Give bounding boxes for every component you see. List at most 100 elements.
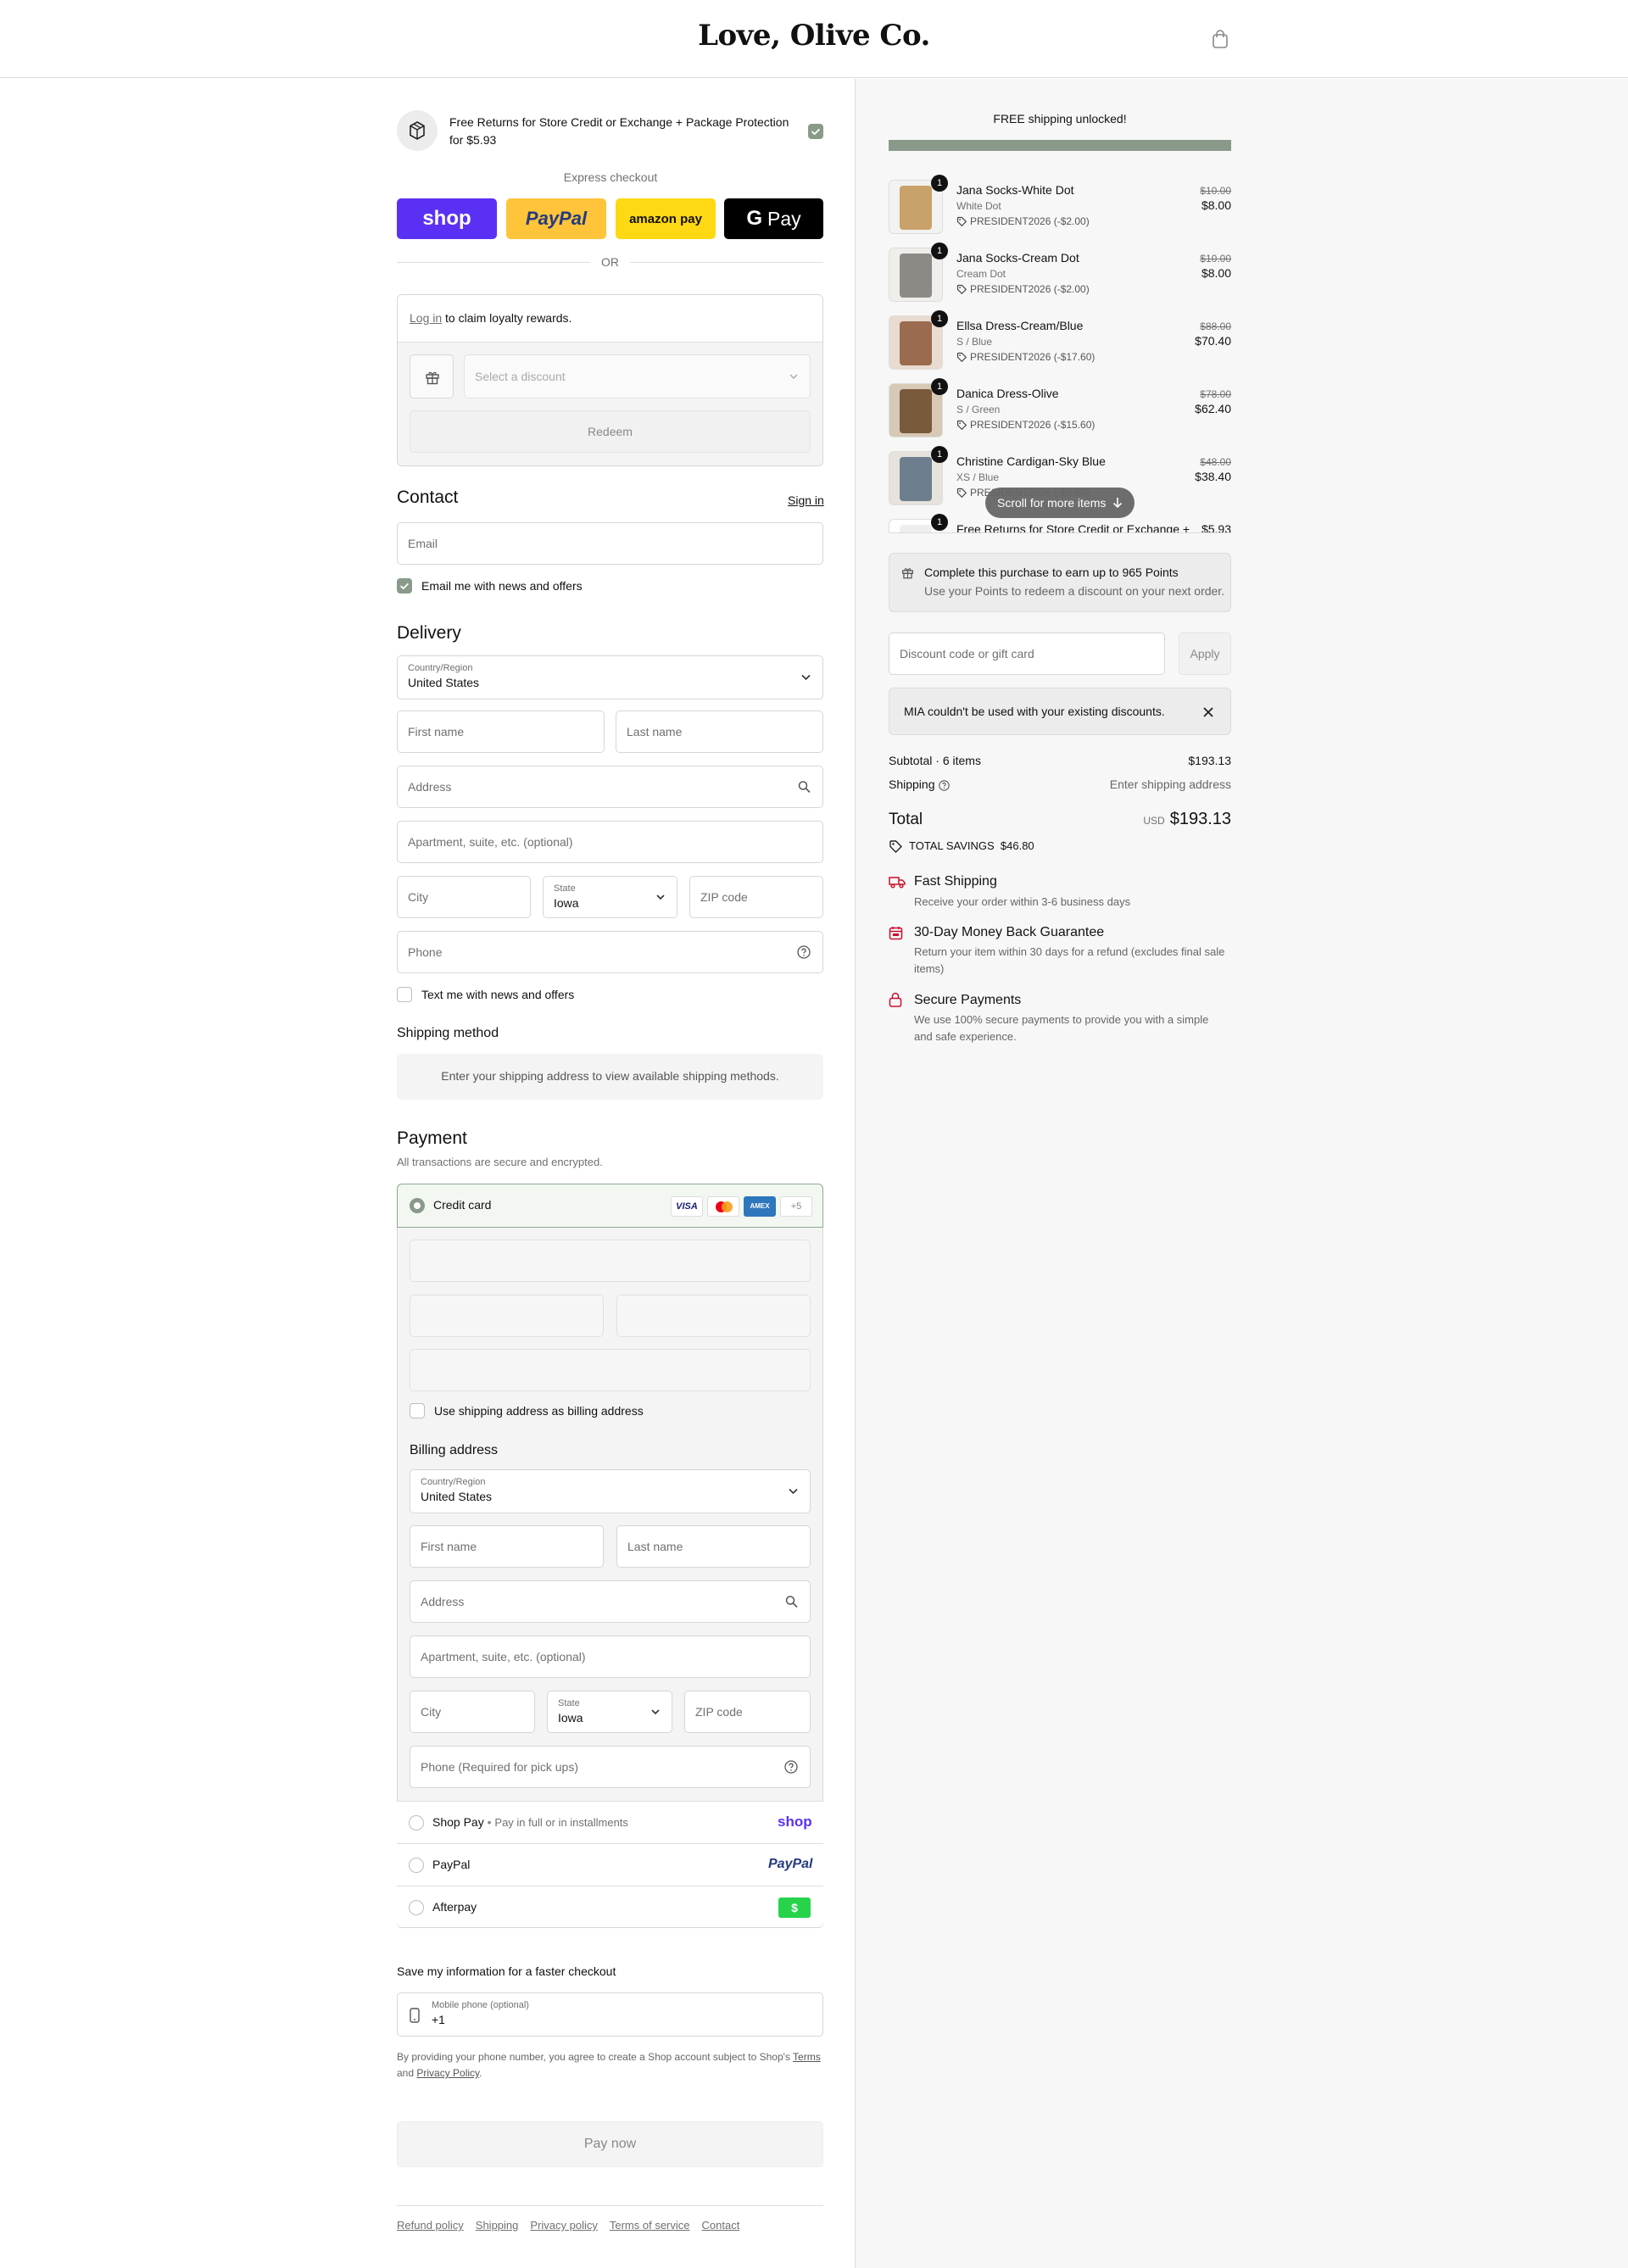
billing-country-select[interactable]: Country/Region United States bbox=[410, 1469, 811, 1513]
shop-pay-option[interactable]: Shop Pay • Pay in full or in installment… bbox=[397, 1801, 823, 1843]
shop-pay-radio[interactable] bbox=[409, 1815, 424, 1831]
help-circle-icon[interactable] bbox=[797, 945, 811, 959]
zip-field[interactable]: ZIP code bbox=[689, 876, 823, 918]
footer-link-shipping[interactable]: Shipping bbox=[476, 2219, 519, 2232]
sale-price: $62.40 bbox=[1195, 402, 1231, 415]
apply-button[interactable]: Apply bbox=[1179, 632, 1231, 675]
billing-first-name-field[interactable]: First name bbox=[410, 1525, 604, 1568]
tag-icon bbox=[956, 284, 967, 294]
line-item: 1 Danica Dress-Olive S / Green PRESIDENT202… bbox=[889, 378, 1231, 444]
shipping-method-box: Enter your shipping address to view avai… bbox=[397, 1054, 823, 1100]
close-icon[interactable] bbox=[1203, 707, 1213, 717]
chevron-down-icon bbox=[656, 894, 665, 900]
credit-card-option[interactable]: Credit card VISA AMEX +5 bbox=[397, 1184, 823, 1228]
first-name-field[interactable]: First name bbox=[397, 710, 605, 753]
pay-now-button[interactable]: Pay now bbox=[397, 2121, 823, 2167]
last-name-field[interactable]: Last name bbox=[616, 710, 823, 753]
billing-country-value: United States bbox=[421, 1490, 493, 1503]
store-logo[interactable]: Love, Olive Co. bbox=[0, 19, 1628, 53]
card-expiry-field[interactable] bbox=[410, 1295, 604, 1337]
paypal-option[interactable]: PayPal PayPal bbox=[397, 1843, 823, 1886]
sale-price: $5.93 bbox=[1201, 522, 1231, 532]
shopping-bag-icon[interactable] bbox=[1211, 29, 1229, 49]
feature-title-guarantee: 30-Day Money Back Guarantee bbox=[914, 925, 1105, 939]
billing-phone-field[interactable]: Phone (Required for pick ups) bbox=[410, 1746, 811, 1788]
product-name: Christine Cardigan-Sky Blue bbox=[956, 454, 1106, 468]
quantity-badge: 1 bbox=[931, 378, 948, 395]
or-divider-right bbox=[630, 262, 823, 263]
original-price: $88.00 bbox=[1200, 320, 1231, 332]
loyalty-login-link[interactable]: Log in bbox=[410, 311, 442, 325]
text-news-label: Text me with news and offers bbox=[421, 988, 575, 1001]
shipping-label: Shipping bbox=[889, 777, 935, 791]
upsell-checkbox[interactable] bbox=[808, 124, 823, 139]
loyalty-login-suffix: to claim loyalty rewards. bbox=[442, 311, 572, 325]
footer-link-contact[interactable]: Contact bbox=[702, 2219, 740, 2232]
points-subtitle: Use your Points to redeem a discount on … bbox=[924, 584, 1225, 598]
line-item: 1 Jana Socks-White Dot White Dot PRESIDENT2… bbox=[889, 175, 1231, 241]
billing-apartment-field[interactable]: Apartment, suite, etc. (optional) bbox=[410, 1636, 811, 1678]
apartment-field[interactable]: Apartment, suite, etc. (optional) bbox=[397, 821, 823, 863]
contact-title: Contact bbox=[397, 488, 459, 507]
feature-desc-secure: We use 100% secure payments to provide y… bbox=[914, 1013, 1209, 1043]
shipping-help-icon[interactable] bbox=[939, 780, 950, 791]
country-select[interactable]: Country/Region United States bbox=[397, 655, 823, 699]
total-value: $193.13 bbox=[1169, 810, 1231, 828]
footer-link-terms[interactable]: Terms of service bbox=[610, 2219, 690, 2232]
card-cvv-field[interactable] bbox=[616, 1295, 811, 1337]
discount-error-text: MIA couldn't be used with your existing … bbox=[904, 705, 1165, 718]
phone-field[interactable]: Phone bbox=[397, 931, 823, 973]
sign-in-link[interactable]: Sign in bbox=[788, 493, 824, 507]
shop-pay-sub: Pay in full or in installments bbox=[494, 1816, 628, 1829]
credit-card-radio[interactable] bbox=[410, 1198, 425, 1213]
privacy-policy-link[interactable]: Privacy Policy bbox=[416, 2067, 479, 2079]
state-select[interactable]: State Iowa bbox=[543, 876, 677, 918]
tag-icon bbox=[956, 488, 967, 498]
footer-link-privacy[interactable]: Privacy policy bbox=[530, 2219, 597, 2232]
shop-pay-option-label: Shop Pay • Pay in full or in installment… bbox=[432, 1815, 628, 1829]
billing-last-name-field[interactable]: Last name bbox=[616, 1525, 811, 1568]
billing-state-select[interactable]: State Iowa bbox=[547, 1691, 672, 1733]
shop-pay-logo: shop bbox=[778, 1814, 812, 1830]
amazon-pay-button[interactable]: amazon pay bbox=[616, 198, 716, 239]
email-field[interactable]: Email bbox=[397, 522, 823, 565]
terms-link[interactable]: Terms bbox=[793, 2051, 821, 2063]
shop-pay-button[interactable]: shop bbox=[397, 198, 497, 239]
afterpay-radio[interactable] bbox=[409, 1900, 424, 1915]
discount-select[interactable]: Select a discount bbox=[464, 354, 811, 398]
product-image bbox=[900, 389, 932, 433]
discount-code-field[interactable]: Discount code or gift card bbox=[889, 632, 1165, 675]
billing-apartment-placeholder: Apartment, suite, etc. (optional) bbox=[421, 1650, 586, 1663]
help-circle-icon[interactable] bbox=[784, 1760, 798, 1774]
total-savings-label: TOTAL SAVINGS bbox=[909, 839, 995, 852]
shop-pay-name: Shop Pay bbox=[432, 1815, 484, 1829]
card-name-field[interactable] bbox=[410, 1349, 811, 1391]
shipping-value: Enter shipping address bbox=[1109, 777, 1231, 791]
address-field[interactable]: Address bbox=[397, 766, 823, 808]
mobile-phone-field[interactable]: Mobile phone (optional) +1 bbox=[397, 1992, 823, 2037]
country-value: United States bbox=[408, 676, 480, 689]
same-billing-checkbox[interactable] bbox=[410, 1403, 425, 1418]
card-number-field[interactable] bbox=[410, 1240, 811, 1282]
feature-title-secure: Secure Payments bbox=[914, 993, 1022, 1007]
google-pay-button[interactable]: G Pay bbox=[724, 198, 823, 239]
billing-city-field[interactable]: City bbox=[410, 1691, 535, 1733]
afterpay-option[interactable]: Afterpay $ bbox=[397, 1886, 823, 1927]
scroll-hint-pill[interactable]: Scroll for more items bbox=[985, 488, 1135, 518]
paypal-radio[interactable] bbox=[409, 1858, 424, 1873]
sale-price: $70.40 bbox=[1195, 334, 1231, 348]
billing-address-field[interactable]: Address bbox=[410, 1580, 811, 1623]
amazon-pay-label: amazon pay bbox=[629, 211, 702, 226]
line-items-viewport[interactable]: 1 Jana Socks-White Dot White Dot PRESIDENT2… bbox=[882, 166, 1238, 532]
text-news-checkbox[interactable] bbox=[397, 987, 412, 1002]
product-name: Jana Socks-Cream Dot bbox=[956, 251, 1079, 265]
billing-first-name-placeholder: First name bbox=[421, 1540, 477, 1553]
chevron-down-icon bbox=[789, 1488, 798, 1495]
redeem-button[interactable]: Redeem bbox=[410, 410, 811, 453]
paypal-button[interactable]: PayPal bbox=[506, 198, 606, 239]
city-field[interactable]: City bbox=[397, 876, 531, 918]
billing-zip-field[interactable]: ZIP code bbox=[684, 1691, 811, 1733]
footer-link-refund[interactable]: Refund policy bbox=[397, 2219, 464, 2232]
country-label: Country/Region bbox=[408, 663, 473, 673]
email-news-checkbox[interactable] bbox=[397, 578, 412, 593]
